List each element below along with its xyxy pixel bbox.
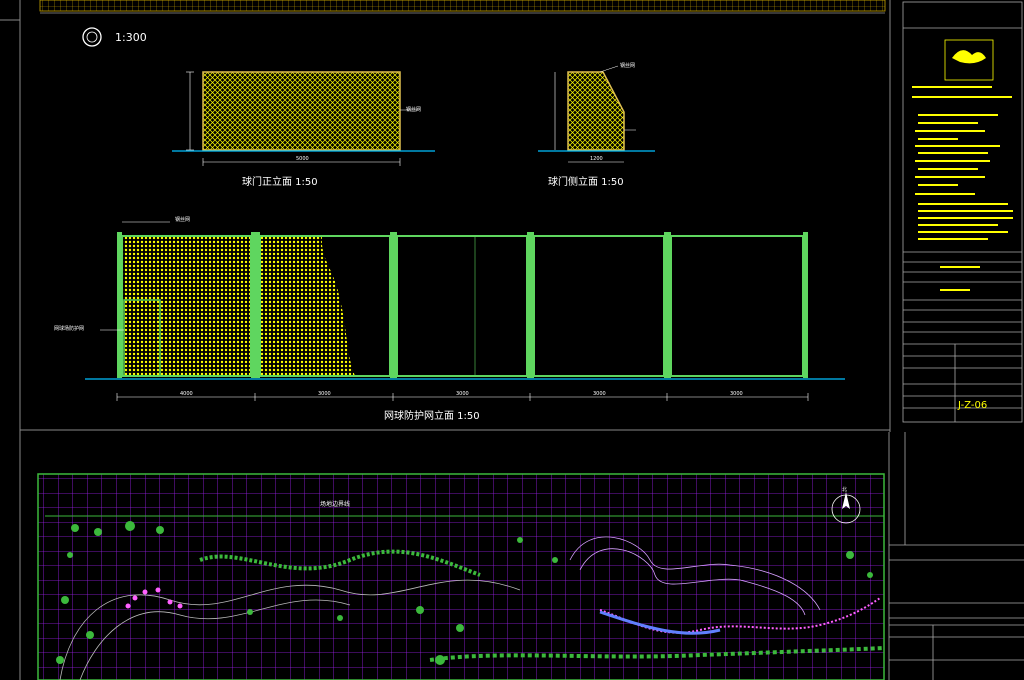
logo-mark-icon: [952, 50, 986, 64]
gate-front-width-dim: 5000: [296, 156, 309, 162]
fence-dim-4: 3000: [593, 391, 606, 397]
gate-side-width-dim: 1200: [590, 156, 603, 162]
gate-front-note: 钢丝网: [406, 107, 422, 113]
site-plan: [37, 473, 885, 680]
fence-dim-1: 4000: [180, 391, 193, 397]
scale-note: 1:300: [115, 31, 147, 44]
fence-dim-3: 3000: [456, 391, 469, 397]
fence-dim-2: 3000: [318, 391, 331, 397]
fence-elevation: [85, 221, 845, 401]
gate-front-elevation: [172, 71, 435, 166]
fence-title: 网球防护网立面 1:50: [384, 411, 480, 422]
scale-circle-icon: [82, 27, 102, 47]
site-boundary-label: 场地边界线: [320, 501, 351, 508]
title-block-notes: [912, 86, 1013, 291]
gate-side-note: 钢丝网: [620, 63, 636, 69]
fence-note-top: 钢丝网: [175, 217, 191, 223]
top-grid-strip: [39, 0, 886, 12]
fence-note-left: 网球场防护网: [54, 326, 85, 332]
sheet-number: J-Z-06: [958, 400, 988, 411]
fence-dim-5: 3000: [730, 391, 743, 397]
lower-title-block: [888, 432, 1024, 680]
north-label: 北: [842, 487, 848, 493]
gate-front-title: 球门正立面 1:50: [242, 177, 318, 188]
gate-side-title: 球门侧立面 1:50: [548, 177, 624, 188]
cad-drawing: [0, 0, 1024, 680]
gate-side-elevation: [538, 65, 655, 163]
